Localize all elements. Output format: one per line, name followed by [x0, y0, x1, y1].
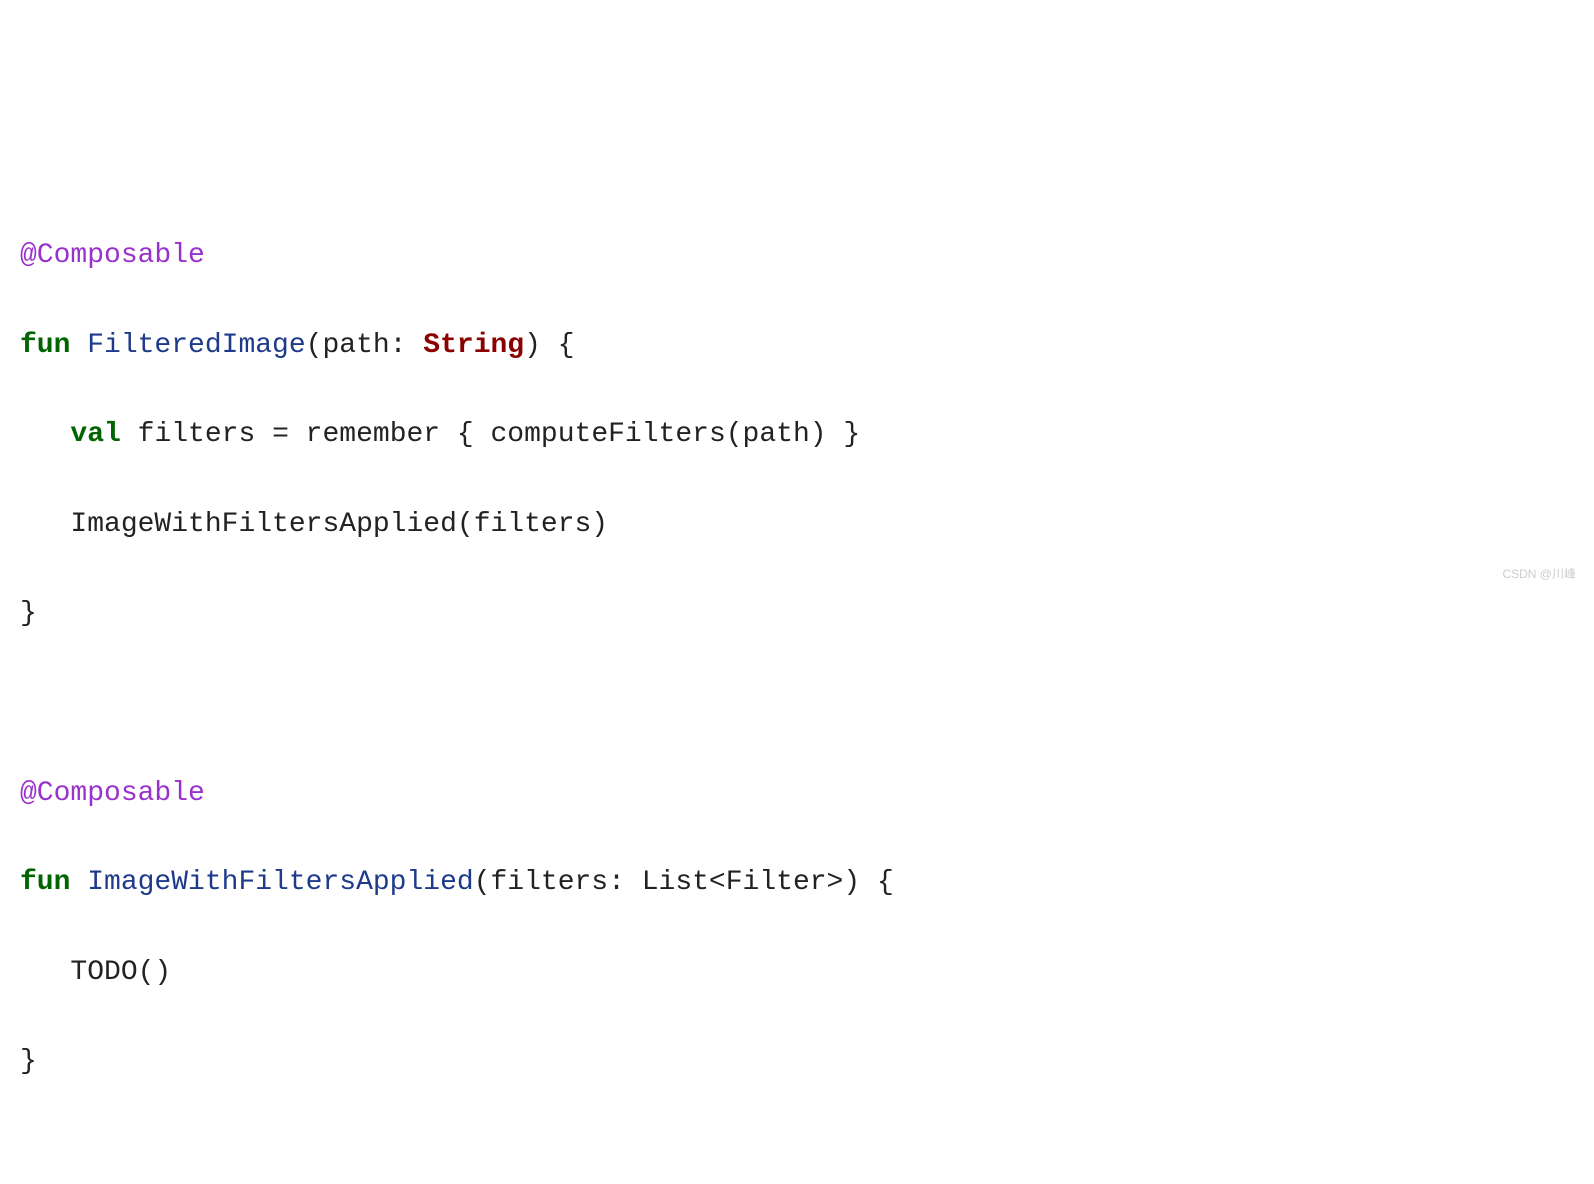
plain-token: filters = remember { computeFilters(path… — [121, 419, 860, 450]
code-line-1: @Composable — [20, 234, 1574, 279]
code-line-3: val filters = remember { computeFilters(… — [20, 413, 1574, 458]
keyword-fun: fun — [20, 867, 70, 898]
indent — [20, 419, 70, 450]
code-line-5: } — [20, 592, 1574, 637]
code-line-6 — [20, 682, 1574, 727]
plain-token: ImageWithFiltersApplied(filters) — [70, 509, 608, 540]
code-line-8: fun ImageWithFiltersApplied(filters: Lis… — [20, 861, 1574, 906]
code-line-4: ImageWithFiltersApplied(filters) — [20, 503, 1574, 548]
plain-token: TODO() — [70, 957, 171, 988]
code-line-10: } — [20, 1040, 1574, 1085]
blank-line — [20, 688, 37, 719]
code-line-2: fun FilteredImage(path: String) { — [20, 324, 1574, 369]
indent — [20, 957, 70, 988]
indent — [20, 509, 70, 540]
annotation-token: @Composable — [20, 778, 205, 809]
brace-close: } — [20, 598, 37, 629]
brace-close: } — [20, 1046, 37, 1077]
function-name: FilteredImage — [70, 330, 305, 361]
code-line-9: TODO() — [20, 951, 1574, 996]
plain-token: (path: — [306, 330, 424, 361]
watermark-text: CSDN @川峰 — [1502, 565, 1576, 584]
code-line-7: @Composable — [20, 772, 1574, 817]
type-token: String — [423, 330, 524, 361]
annotation-token: @Composable — [20, 240, 205, 271]
plain-token: ) { — [524, 330, 574, 361]
function-name: ImageWithFiltersApplied — [70, 867, 473, 898]
plain-token: (filters: List<Filter>) { — [474, 867, 894, 898]
keyword-val: val — [70, 419, 120, 450]
keyword-fun: fun — [20, 330, 70, 361]
code-block: @Composable fun FilteredImage(path: Stri… — [20, 189, 1574, 1130]
